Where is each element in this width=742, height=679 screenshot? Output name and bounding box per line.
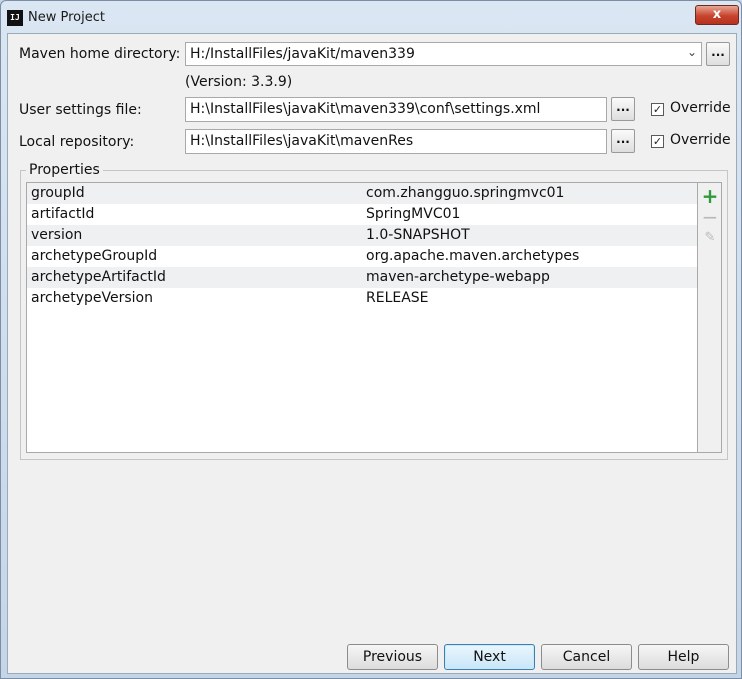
- property-value: maven-archetype-webapp: [366, 269, 550, 285]
- local-repository-browse-button[interactable]: ...: [611, 129, 635, 153]
- table-row[interactable]: archetypeVersion RELEASE: [27, 288, 697, 309]
- user-settings-field[interactable]: H:\InstallFiles\javaKit\maven339\conf\se…: [185, 97, 607, 122]
- maven-home-browse-button[interactable]: ...: [706, 42, 730, 66]
- cancel-button[interactable]: Cancel: [541, 644, 632, 670]
- maven-home-combobox[interactable]: H:/InstallFiles/javaKit/maven339 ⌄: [185, 42, 702, 66]
- properties-table[interactable]: groupId com.zhangguo.springmvc01 artifac…: [26, 182, 698, 453]
- maven-home-value: H:/InstallFiles/javaKit/maven339: [190, 46, 415, 62]
- plus-icon[interactable]: +: [698, 186, 722, 206]
- pencil-icon[interactable]: ✎: [698, 228, 722, 248]
- user-settings-override-checkbox[interactable]: ✓: [651, 103, 664, 116]
- property-key: archetypeArtifactId: [31, 269, 166, 285]
- user-settings-label: User settings file:: [19, 102, 142, 118]
- properties-title: Properties: [26, 162, 103, 178]
- new-project-dialog: IJ New Project x Maven home directory: H…: [0, 0, 742, 679]
- local-repository-override-label[interactable]: Override: [670, 132, 731, 148]
- property-key: archetypeGroupId: [31, 248, 158, 264]
- property-value: com.zhangguo.springmvc01: [366, 185, 565, 201]
- window-title: New Project: [28, 10, 105, 25]
- table-row[interactable]: groupId com.zhangguo.springmvc01: [27, 183, 697, 204]
- user-settings-value: H:\InstallFiles\javaKit\maven339\conf\se…: [190, 101, 541, 117]
- chevron-down-icon[interactable]: ⌄: [687, 45, 697, 59]
- help-button[interactable]: Help: [638, 644, 729, 670]
- property-key: archetypeVersion: [31, 290, 153, 306]
- user-settings-browse-button[interactable]: ...: [611, 97, 635, 121]
- maven-version-text: (Version: 3.3.9): [185, 74, 293, 90]
- dialog-content: Maven home directory: H:/InstallFiles/ja…: [7, 33, 737, 674]
- local-repository-override-checkbox[interactable]: ✓: [651, 135, 664, 148]
- user-settings-override-label[interactable]: Override: [670, 100, 731, 116]
- previous-button[interactable]: Previous: [347, 644, 438, 670]
- table-row[interactable]: archetypeGroupId org.apache.maven.archet…: [27, 246, 697, 267]
- property-key: groupId: [31, 185, 85, 201]
- property-value: RELEASE: [366, 290, 429, 306]
- property-value: SpringMVC01: [366, 206, 461, 222]
- close-button[interactable]: x: [695, 5, 739, 25]
- intellij-app-icon: IJ: [7, 10, 23, 26]
- property-key: version: [31, 227, 83, 243]
- table-row[interactable]: archetypeArtifactId maven-archetype-weba…: [27, 267, 697, 288]
- next-button[interactable]: Next: [444, 644, 535, 670]
- title-bar[interactable]: IJ New Project x: [1, 1, 741, 33]
- property-value: 1.0-SNAPSHOT: [366, 227, 470, 243]
- table-row[interactable]: version 1.0-SNAPSHOT: [27, 225, 697, 246]
- table-row[interactable]: artifactId SpringMVC01: [27, 204, 697, 225]
- local-repository-label: Local repository:: [19, 134, 135, 150]
- minus-icon[interactable]: −: [698, 207, 722, 227]
- property-value: org.apache.maven.archetypes: [366, 248, 580, 264]
- local-repository-value: H:\InstallFiles\javaKit\mavenRes: [190, 133, 414, 149]
- property-key: artifactId: [31, 206, 95, 222]
- maven-home-label: Maven home directory:: [19, 46, 181, 62]
- properties-toolbar: + − ✎: [698, 182, 722, 453]
- local-repository-field[interactable]: H:\InstallFiles\javaKit\mavenRes: [185, 129, 607, 154]
